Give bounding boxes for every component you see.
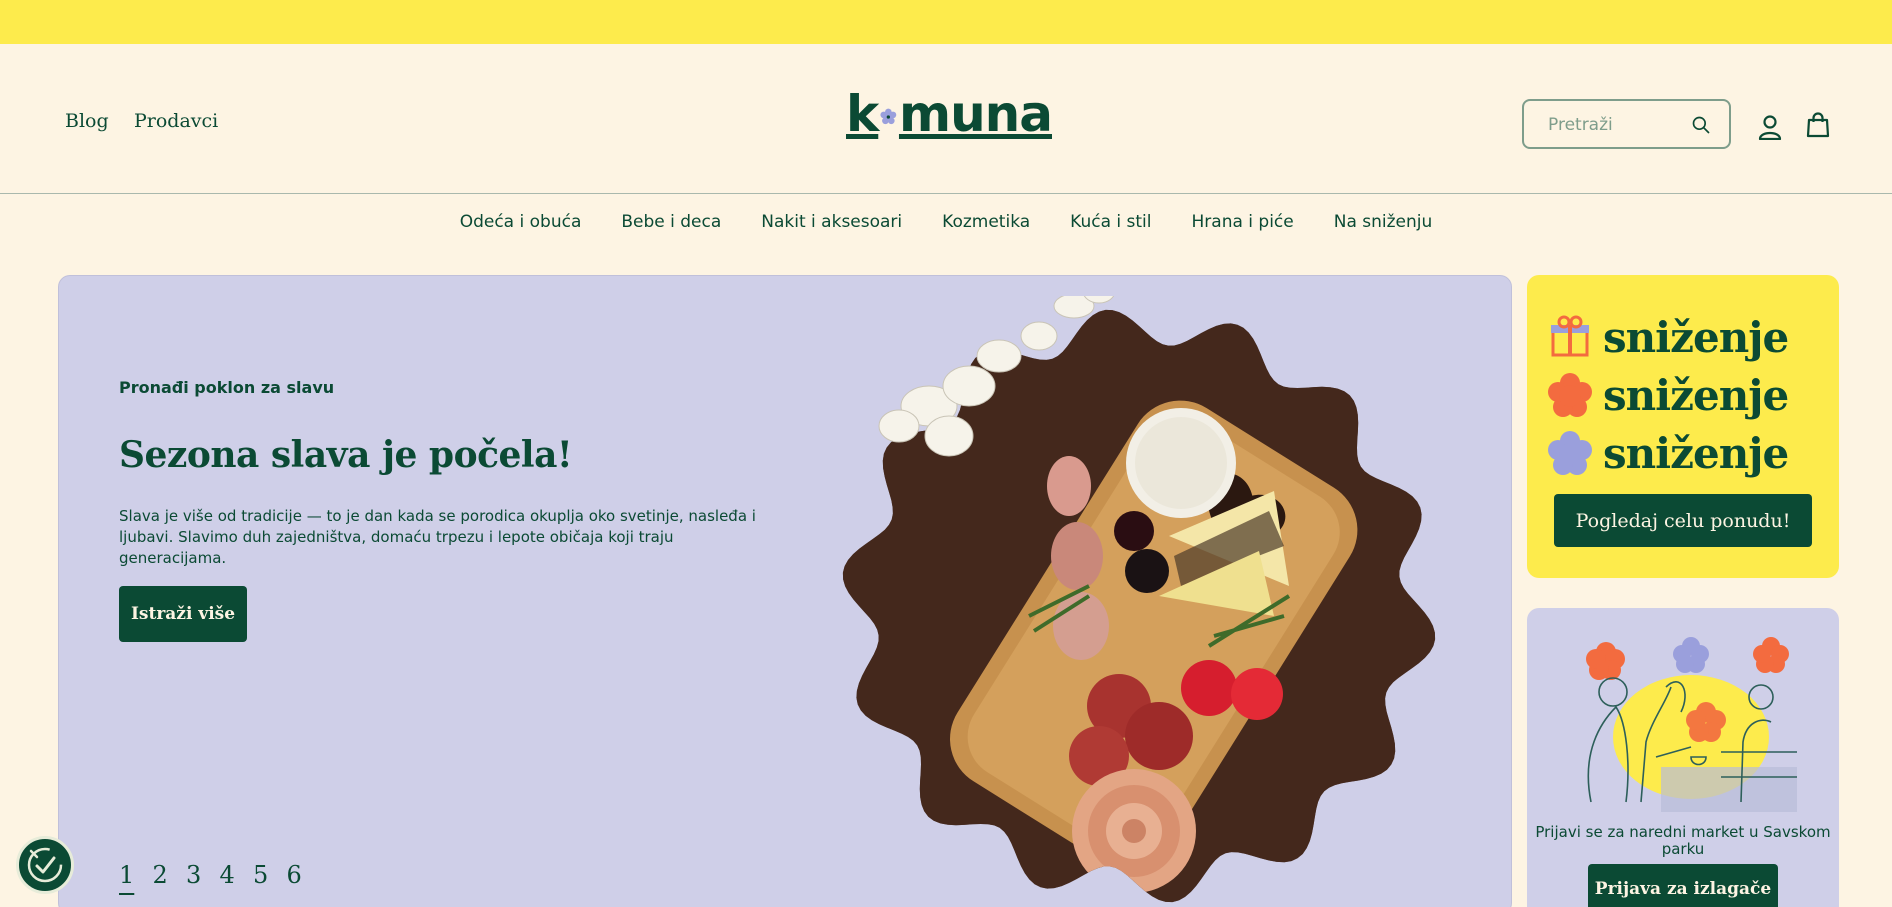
sale-row: sniženje (1547, 371, 1789, 420)
hero-title: Sezona slava je počela! (119, 434, 573, 476)
sale-text: sniženje (1603, 313, 1789, 362)
logo-letter-k: k (846, 85, 879, 143)
search-box (1522, 99, 1731, 149)
explore-button[interactable]: Istraži više (119, 586, 247, 642)
announcement-bar (0, 0, 1892, 44)
view-offer-button[interactable]: Pogledaj celu ponudu! (1554, 494, 1812, 547)
vendor-signup-button[interactable]: Prijava za izlagače (1588, 864, 1778, 907)
market-signup-text: Prijavi se za naredni market u Savskom p… (1535, 823, 1831, 858)
market-signup-card: Prijavi se za naredni market u Savskom p… (1527, 608, 1839, 907)
pagination-dot[interactable]: 3 (186, 861, 220, 889)
hero-description: Slava je više od tradicije — to je dan k… (119, 507, 756, 567)
search-input[interactable] (1548, 113, 1688, 137)
hero-banner: Pronađi poklon za slavu Sezona slava je … (58, 275, 1512, 907)
logo-text: muna (898, 85, 1053, 143)
pagination-dot[interactable]: 1 (119, 861, 153, 889)
sale-text: sniženje (1603, 429, 1789, 478)
flower-icon (1548, 430, 1592, 475)
category-kuca[interactable]: Kuća i stil (1070, 212, 1151, 240)
nav-link-prodavci[interactable]: Prodavci (134, 110, 218, 132)
market-illustration (1586, 637, 1797, 812)
category-bebe[interactable]: Bebe i deca (621, 212, 721, 240)
sale-row: sniženje (1547, 429, 1789, 478)
sale-promo-card[interactable]: sniženje sniženje sniženje Pogledaj celu… (1527, 275, 1839, 578)
category-nakit[interactable]: Nakit i aksesoari (761, 212, 902, 240)
accessibility-check-icon (27, 847, 63, 883)
hero-image (842, 296, 1436, 903)
pagination-dot[interactable]: 4 (220, 861, 254, 889)
category-snizenje[interactable]: Na sniženju (1334, 212, 1433, 240)
shopping-bag-icon[interactable] (1806, 112, 1830, 138)
sale-text: sniženje (1603, 371, 1789, 420)
site-logo[interactable]: k muna (846, 85, 1053, 143)
category-odeca[interactable]: Odeća i obuća (460, 212, 582, 240)
flower-icon (1548, 372, 1592, 417)
hero-eyebrow: Pronađi poklon za slavu (119, 378, 335, 397)
sale-row: sniženje (1547, 313, 1789, 362)
accessibility-badge[interactable] (16, 836, 74, 894)
pagination-dot[interactable]: 6 (287, 861, 321, 889)
slider-pagination: 1 2 3 4 5 6 (119, 861, 320, 889)
nav-link-blog[interactable]: Blog (65, 110, 109, 132)
user-icon[interactable] (1758, 114, 1782, 140)
flower-icon (880, 108, 897, 125)
category-nav: Odeća i obuća Bebe i deca Nakit i akseso… (0, 212, 1892, 240)
search-icon[interactable] (1691, 115, 1711, 135)
category-hrana[interactable]: Hrana i piće (1192, 212, 1294, 240)
pagination-dot[interactable]: 2 (153, 861, 187, 889)
gift-icon (1551, 315, 1589, 356)
category-kozmetika[interactable]: Kozmetika (942, 212, 1030, 240)
pagination-dot[interactable]: 5 (253, 861, 287, 889)
